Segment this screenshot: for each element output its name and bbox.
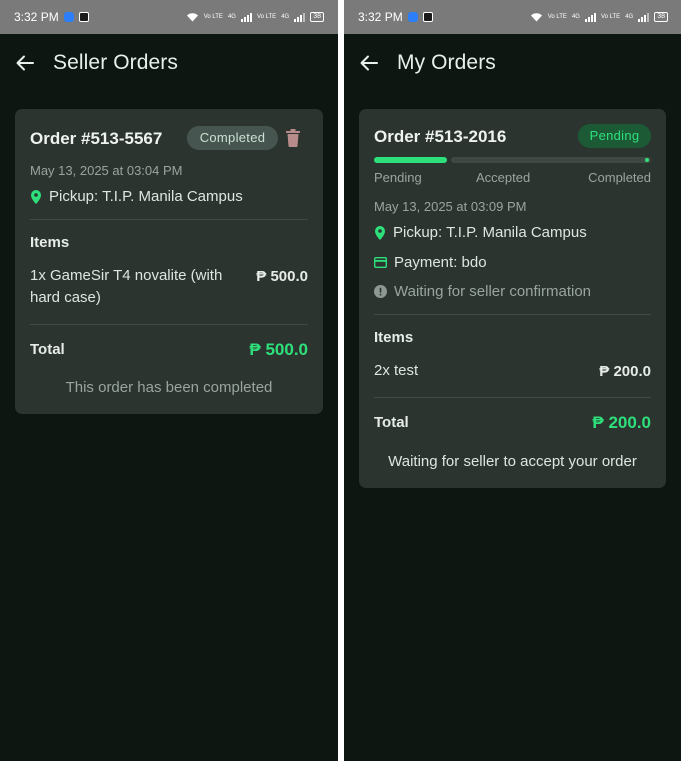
gallery-icon xyxy=(78,12,89,22)
total-value: ₱ 200.0 xyxy=(592,413,651,432)
wifi-icon xyxy=(530,13,542,22)
step-completed-label: Completed xyxy=(588,170,651,185)
volte-label: Vo LTE xyxy=(547,14,567,20)
battery-icon: 38 xyxy=(310,12,324,22)
item-price: ₱ 200.0 xyxy=(599,363,651,380)
status-badge: Pending xyxy=(578,124,651,148)
signal-icon xyxy=(240,12,252,22)
order-date: May 13, 2025 at 03:09 PM xyxy=(374,199,527,214)
total-label: Total xyxy=(30,341,65,358)
notice-text: Waiting for seller confirmation xyxy=(394,283,592,300)
total-label: Total xyxy=(374,414,409,431)
item-name: 1x GameSir T4 novalite (with hard case) xyxy=(30,267,223,306)
divider xyxy=(374,314,651,315)
location-pin-icon xyxy=(375,225,385,240)
divider xyxy=(30,219,308,220)
item-name: 2x test xyxy=(374,362,419,379)
network-label-2: 4G xyxy=(625,14,634,20)
network-label: 4G xyxy=(227,14,236,20)
battery-icon: 38 xyxy=(654,12,668,22)
status-bar: 3:32 PM Vo LTE 4G Vo LTE 4G 38 xyxy=(0,0,338,34)
info-alert-icon xyxy=(374,285,387,298)
back-arrow-icon[interactable] xyxy=(360,53,380,73)
credit-card-icon xyxy=(374,257,387,268)
volte-label: Vo LTE xyxy=(203,14,223,20)
volte-label-2: Vo LTE xyxy=(256,14,277,20)
payment-text: Payment: bdo xyxy=(394,254,487,271)
status-time: 3:32 PM xyxy=(14,10,59,24)
progress-track xyxy=(451,157,651,163)
step-pending-label: Pending xyxy=(374,170,422,185)
my-orders-screen: 3:32 PM Vo LTE 4G Vo LTE 4G 38 My Orders… xyxy=(344,0,681,761)
pickup-row: Pickup: T.I.P. Manila Campus xyxy=(30,188,243,205)
pickup-text: Pickup: T.I.P. Manila Campus xyxy=(393,224,587,241)
status-time: 3:32 PM xyxy=(358,10,403,24)
status-bar: 3:32 PM Vo LTE 4G Vo LTE 4G 38 xyxy=(344,0,681,34)
total-value: ₱ 500.0 xyxy=(249,340,308,359)
order-card[interactable]: Order #513-5567 Completed May 13, 2025 a… xyxy=(15,109,323,414)
messenger-icon xyxy=(63,12,74,22)
seller-orders-screen: 3:32 PM Vo LTE 4G Vo LTE 4G 38 Seller Or… xyxy=(0,0,338,761)
network-label-2: 4G xyxy=(281,14,290,20)
signal-icon-2 xyxy=(638,12,650,22)
delete-trash-icon[interactable] xyxy=(285,129,301,147)
status-badge: Completed xyxy=(187,126,278,150)
order-status-message: This order has been completed xyxy=(65,379,273,396)
items-heading: Items xyxy=(374,329,414,346)
network-label: 4G xyxy=(571,14,580,20)
order-card[interactable]: Order #513-2016 Pending Pending Accepted… xyxy=(359,109,666,488)
divider xyxy=(30,324,308,325)
payment-row: Payment: bdo xyxy=(374,254,487,271)
wifi-icon xyxy=(186,13,198,22)
progress-fill xyxy=(374,157,447,163)
volte-label-2: Vo LTE xyxy=(600,14,621,20)
location-pin-icon xyxy=(31,189,41,204)
signal-icon xyxy=(584,12,596,22)
order-date: May 13, 2025 at 03:04 PM xyxy=(30,163,183,178)
app-bar: My Orders xyxy=(344,34,681,92)
page-title: My Orders xyxy=(397,51,496,74)
pickup-text: Pickup: T.I.P. Manila Campus xyxy=(49,188,243,205)
step-accepted-label: Accepted xyxy=(476,170,531,185)
back-arrow-icon[interactable] xyxy=(16,53,36,73)
divider xyxy=(374,397,651,398)
order-status-message: Waiting for seller to accept your order xyxy=(388,453,637,470)
notice-row: Waiting for seller confirmation xyxy=(374,283,591,300)
item-price: ₱ 500.0 xyxy=(256,268,308,285)
items-heading: Items xyxy=(30,234,70,251)
order-title: Order #513-5567 xyxy=(30,129,163,148)
progress-end-dot xyxy=(645,158,649,162)
order-title: Order #513-2016 xyxy=(374,127,507,146)
page-title: Seller Orders xyxy=(53,51,179,74)
pickup-row: Pickup: T.I.P. Manila Campus xyxy=(374,224,587,241)
signal-icon-2 xyxy=(294,12,306,22)
gallery-icon xyxy=(422,12,433,22)
app-bar: Seller Orders xyxy=(0,34,338,92)
messenger-icon xyxy=(407,12,418,22)
